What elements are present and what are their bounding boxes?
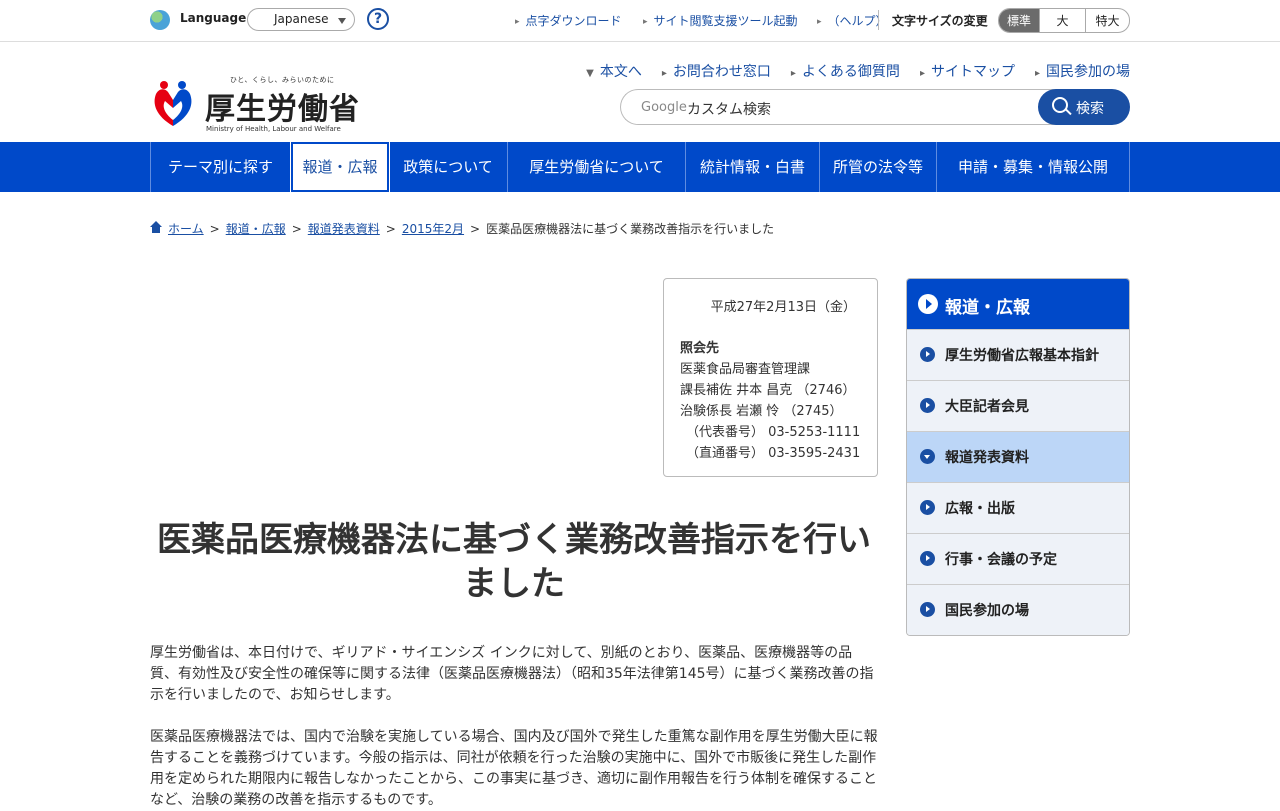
side-nav-item-label: 報道発表資料 xyxy=(945,450,1029,466)
breadcrumb-separator: > xyxy=(385,222,396,236)
faq-link[interactable]: ▸ よくある御質問 xyxy=(791,61,900,81)
language-select[interactable]: Japanese xyxy=(247,8,355,31)
breadcrumb-press-releases[interactable]: 報道発表資料 xyxy=(308,222,380,236)
contact-line: 課長補佐 井本 昌克 （2746） xyxy=(680,383,856,398)
nav-item-applications[interactable]: 申請・募集・情報公開 xyxy=(937,142,1130,192)
font-size-xlarge-button[interactable]: 特大 xyxy=(1085,9,1129,32)
logo-name: 厚生労働省 xyxy=(205,92,360,127)
header-links: ▼ 本文へ ▸ お問合わせ窓口 ▸ よくある御質問 ▸ サイトマップ ▸ 国民参加の場 xyxy=(566,61,1130,81)
arrow-circle-icon xyxy=(920,602,935,617)
divider xyxy=(878,10,879,30)
public-participation-label: 国民参加の場 xyxy=(1046,64,1130,80)
font-size-standard-button[interactable]: 標準 xyxy=(999,9,1039,32)
mhlw-logo-icon xyxy=(154,81,192,126)
language-label: Language xyxy=(180,11,247,25)
contact-line: 医薬食品局審査管理課 xyxy=(680,362,811,377)
side-nav-heading-label: 報道・広報 xyxy=(945,298,1030,318)
home-icon xyxy=(150,221,162,233)
contact-line: （代表番号） 03-5253-1111 xyxy=(686,425,861,440)
side-nav-item-publications[interactable]: 広報・出版 xyxy=(907,482,1129,533)
side-nav-item-label: 厚生労働省広報基本指針 xyxy=(945,348,1099,364)
search-button-label: 検索 xyxy=(1076,101,1104,117)
chevron-right-icon: ▸ xyxy=(919,68,925,79)
arrow-circle-icon xyxy=(918,294,938,314)
global-nav: テーマ別に探す 報道・広報 政策について 厚生労働省について 統計情報・白書 所… xyxy=(0,141,1280,193)
breadcrumb-home[interactable]: ホーム xyxy=(168,222,204,236)
font-size-large-button[interactable]: 大 xyxy=(1039,9,1085,32)
side-nav-item-press-releases[interactable]: 報道発表資料 xyxy=(907,431,1129,482)
breadcrumb-separator: > xyxy=(209,222,220,236)
sitemap-link[interactable]: ▸ サイトマップ xyxy=(920,61,1015,81)
language-select-value: Japanese xyxy=(274,12,329,26)
search-icon xyxy=(1052,97,1068,113)
side-nav-item-label: 行事・会議の予定 xyxy=(945,552,1057,568)
logo-english-name: Ministry of Health, Labour and Welfare xyxy=(206,125,341,133)
release-date: 平成27年2月13日（金） xyxy=(710,300,856,315)
braille-download-link[interactable]: 点字ダウンロード xyxy=(515,12,622,29)
nav-item-statistics[interactable]: 統計情報・白書 xyxy=(686,142,820,192)
arrow-circle-icon xyxy=(920,347,935,362)
font-size-label: 文字サイズの変更 xyxy=(892,14,988,28)
accessibility-tool-link[interactable]: サイト閲覧支援ツール起動 xyxy=(643,12,798,29)
accessibility-help-link[interactable]: （ヘルプ） xyxy=(817,12,888,29)
contact-line: 治験係長 岩瀬 怜 （2745） xyxy=(680,404,843,419)
nav-item-policy[interactable]: 政策について xyxy=(389,142,508,192)
side-nav: 報道・広報 厚生労働省広報基本指針 大臣記者会見 報道発表資料 広報・出版 行事… xyxy=(906,278,1130,636)
side-nav-item-events[interactable]: 行事・会議の予定 xyxy=(907,533,1129,584)
arrow-circle-icon xyxy=(920,398,935,413)
side-nav-item-pr-policy[interactable]: 厚生労働省広報基本指針 xyxy=(907,329,1129,380)
side-nav-item-public-participation[interactable]: 国民参加の場 xyxy=(907,584,1129,635)
side-nav-item-press-conference[interactable]: 大臣記者会見 xyxy=(907,380,1129,431)
contact-heading: 照会先 xyxy=(680,341,720,356)
search-button[interactable]: 検索 xyxy=(1038,89,1130,125)
arrow-circle-icon xyxy=(920,551,935,566)
skip-to-content-link[interactable]: ▼ 本文へ xyxy=(586,61,642,81)
sitemap-label: サイトマップ xyxy=(930,64,1015,80)
nav-item-laws[interactable]: 所管の法令等 xyxy=(820,142,937,192)
arrow-circle-icon xyxy=(920,500,935,515)
font-size-switcher: 標準 大 特大 xyxy=(998,8,1130,33)
breadcrumb-separator: > xyxy=(470,222,481,236)
breadcrumb-month[interactable]: 2015年2月 xyxy=(402,222,464,236)
search-placeholder: カスタム検索 xyxy=(687,102,771,118)
contact-link[interactable]: ▸ お問合わせ窓口 xyxy=(662,61,771,81)
contact-line: （直通番号） 03-3595-2431 xyxy=(686,446,861,461)
site-logo[interactable]: ひと、くらし、みらいのために 厚生労働省 Ministry of Health,… xyxy=(150,75,360,135)
globe-icon xyxy=(150,10,170,30)
side-nav-item-label: 大臣記者会見 xyxy=(945,399,1029,415)
help-button[interactable]: ? xyxy=(367,8,389,30)
breadcrumb-current: 医薬品医療機器法に基づく業務改善指示を行いました xyxy=(486,222,775,236)
side-nav-item-label: 広報・出版 xyxy=(945,501,1015,517)
chevron-right-icon: ▸ xyxy=(661,68,667,79)
site-header: ひと、くらし、みらいのために 厚生労働省 Ministry of Health,… xyxy=(0,42,1280,142)
page-title: 医薬品医療機器法に基づく業務改善指示を行いました xyxy=(157,520,871,604)
article-paragraph: 厚生労働省は、本日付けで、ギリアド・サイエンシズ インクに対して、別紙のとおり、… xyxy=(150,645,874,703)
side-nav-heading[interactable]: 報道・広報 xyxy=(907,279,1129,329)
chevron-down-icon: ▼ xyxy=(586,68,594,79)
contact-box: 平成27年2月13日（金） 照会先 医薬食品局審査管理課 課長補佐 井本 昌克 … xyxy=(663,278,878,477)
public-participation-link[interactable]: ▸ 国民参加の場 xyxy=(1035,61,1130,81)
side-nav-item-label: 国民参加の場 xyxy=(945,603,1029,619)
chevron-down-icon xyxy=(338,18,346,24)
chevron-right-icon: ▸ xyxy=(790,68,796,79)
arrow-down-circle-icon xyxy=(920,449,935,464)
faq-label: よくある御質問 xyxy=(801,64,900,80)
contact-label: お問合わせ窓口 xyxy=(672,64,771,80)
google-brand: Google xyxy=(641,100,687,115)
nav-item-about[interactable]: 厚生労働省について xyxy=(508,142,686,192)
skip-to-content-label: 本文へ xyxy=(599,64,642,80)
breadcrumb-separator: > xyxy=(291,222,302,236)
nav-item-themes[interactable]: テーマ別に探す xyxy=(151,142,291,192)
search-input[interactable]: Google カスタム検索 xyxy=(620,89,1060,125)
chevron-right-icon: ▸ xyxy=(1034,68,1040,79)
breadcrumb-press[interactable]: 報道・広報 xyxy=(226,222,286,236)
breadcrumb: ホーム > 報道・広報 > 報道発表資料 >2015年2月 > 医薬品医療機器法に基づく業務改… xyxy=(150,220,774,237)
utility-bar: Language Japanese ? 点字ダウンロード サイト閲覧支援ツール起… xyxy=(0,0,1280,42)
nav-item-press[interactable]: 報道・広報 xyxy=(290,141,390,193)
article-paragraph: 医薬品医療機器法では、国内で治験を実施している場合、国内及び国外で発生した重篤な… xyxy=(150,729,878,808)
